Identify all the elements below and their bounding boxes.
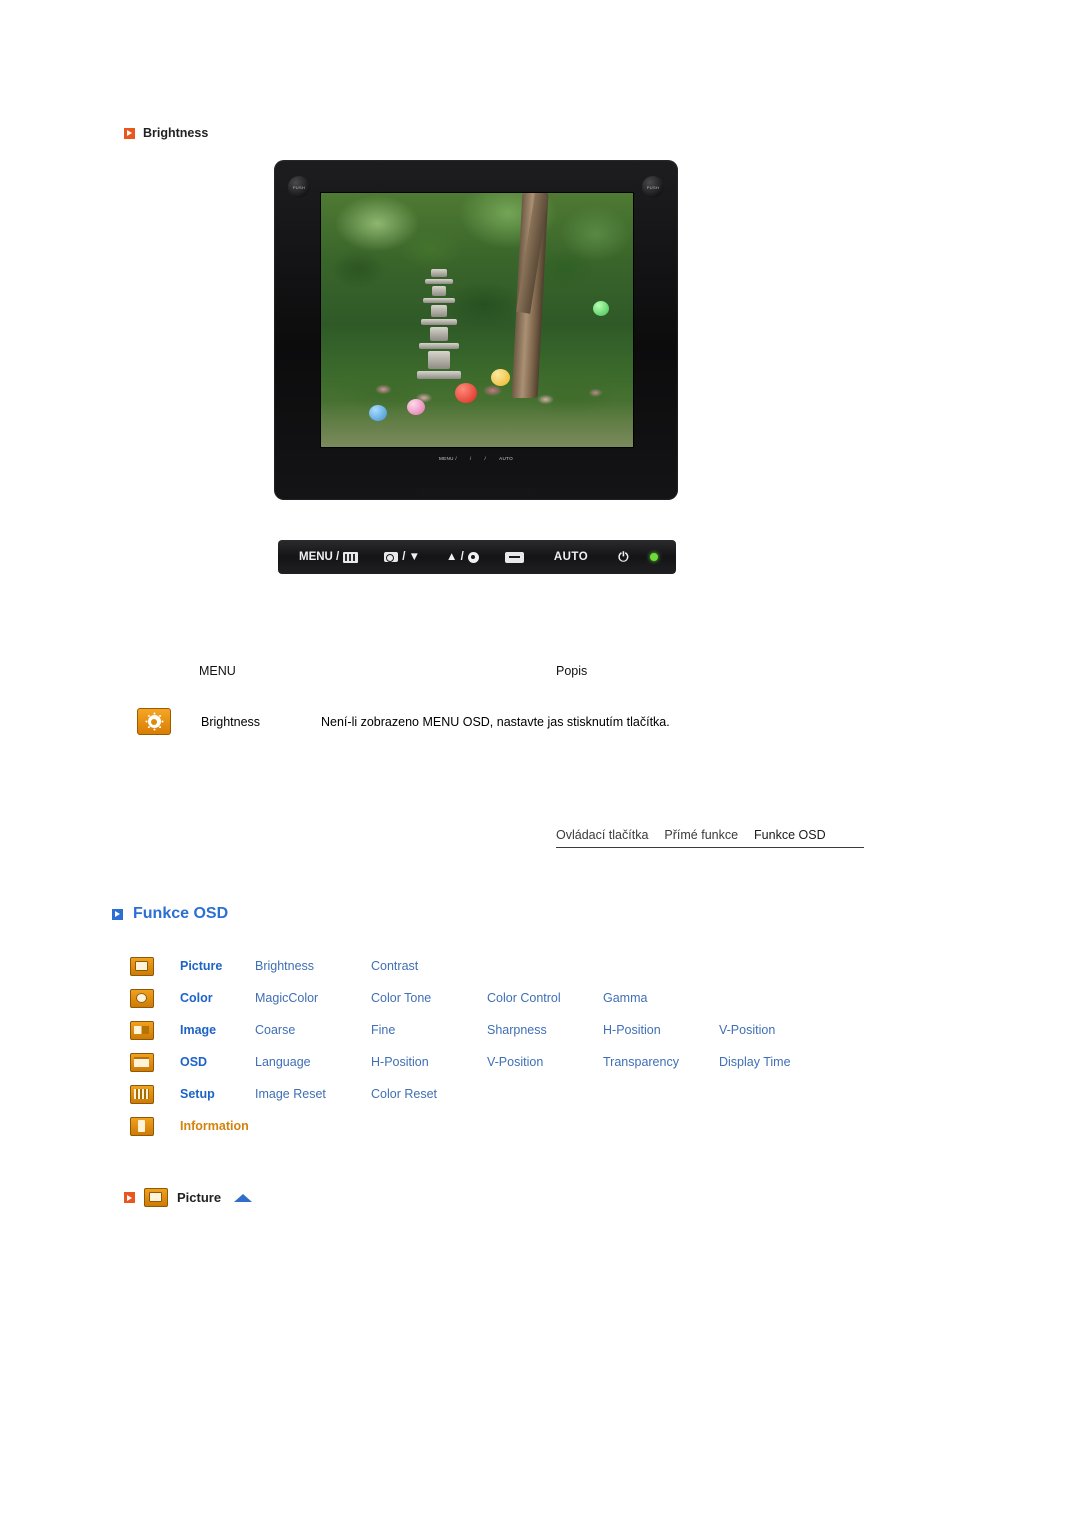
brightness-heading-label: Brightness (143, 126, 209, 140)
osd-item-brightness[interactable]: Brightness (255, 959, 371, 973)
picture-subsection-label: Picture (177, 1190, 222, 1205)
monitor-stand (416, 488, 536, 496)
osd-category-picture[interactable]: Picture (180, 959, 255, 973)
osd-item-image-v-position[interactable]: V-Position (719, 1023, 835, 1037)
osd-category-osd[interactable]: OSD (180, 1055, 255, 1069)
photo-lantern-yellow (491, 369, 510, 386)
bezel-label-menu: MENU / (439, 455, 457, 461)
photo-lantern-red (455, 383, 477, 403)
osd-item-language[interactable]: Language (255, 1055, 371, 1069)
table-header-menu: MENU (199, 664, 236, 678)
bezel-label-bright: / (484, 455, 487, 461)
picture-subsection-heading: Picture (124, 1188, 253, 1207)
tab-funkce-osd[interactable]: Funkce OSD (754, 828, 826, 842)
funkce-osd-heading: Funkce OSD (112, 905, 228, 923)
photo-path (321, 401, 633, 447)
picture-menu-icon (130, 956, 154, 976)
picture-menu-icon-2 (144, 1188, 168, 1207)
push-button-right: PUSH (642, 176, 664, 198)
brightness-sun-icon (467, 551, 479, 563)
table-row-description: Není-li zobrazeno MENU OSD, nastavte jas… (321, 714, 670, 729)
orange-play-square-icon (124, 127, 135, 139)
enter-button[interactable] (504, 551, 524, 563)
osd-item-gamma[interactable]: Gamma (603, 991, 719, 1005)
brightness-gear-icon (137, 708, 171, 735)
osd-category-information[interactable]: Information (180, 1119, 255, 1133)
osd-row-osd: OSD Language H-Position V-Position Trans… (130, 1046, 835, 1078)
auto-button[interactable]: AUTO (554, 551, 588, 563)
table-row-label: Brightness (201, 714, 261, 729)
osd-category-image[interactable]: Image (180, 1023, 255, 1037)
osd-row-image: Image Coarse Fine Sharpness H-Position V… (130, 1014, 835, 1046)
photo-stone-pagoda (417, 269, 461, 381)
information-menu-icon (130, 1116, 154, 1136)
osd-item-osd-v-position[interactable]: V-Position (487, 1055, 603, 1069)
setup-menu-icon (130, 1084, 154, 1104)
osd-item-coarse[interactable]: Coarse (255, 1023, 371, 1037)
menu-button[interactable]: MENU / (299, 551, 359, 563)
osd-item-contrast[interactable]: Contrast (371, 959, 487, 973)
osd-category-setup[interactable]: Setup (180, 1087, 255, 1101)
osd-item-display-time[interactable]: Display Time (719, 1055, 835, 1069)
power-led-indicator (650, 553, 659, 561)
photo-lantern-pink (407, 399, 425, 415)
osd-function-table: Picture Brightness Contrast Color MagicC… (130, 950, 835, 1142)
photo-lantern-green (593, 301, 609, 316)
blue-up-arrow-icon[interactable] (234, 1193, 253, 1202)
osd-row-setup: Setup Image Reset Color Reset (130, 1078, 835, 1110)
tab-bar: Ovládací tlačítka Přímé funkce Funkce OS… (556, 828, 864, 848)
brightness-button-label: ▲ / (446, 551, 464, 563)
osd-item-sharpness[interactable]: Sharpness (487, 1023, 603, 1037)
tab-prime-funkce[interactable]: Přímé funkce (664, 828, 738, 842)
osd-item-fine[interactable]: Fine (371, 1023, 487, 1037)
bezel-label-auto: AUTO (499, 455, 513, 461)
brightness-button[interactable]: ▲ / (446, 551, 479, 563)
table-row: Brightness Není-li zobrazeno MENU OSD, n… (137, 708, 670, 735)
osd-item-magiccolor[interactable]: MagicColor (255, 991, 371, 1005)
osd-item-transparency[interactable]: Transparency (603, 1055, 719, 1069)
tab-ovladaci-tlacitka[interactable]: Ovládací tlačítka (556, 828, 648, 842)
control-button-bar: MENU / / ▼ ▲ / AUTO ⏻ (278, 540, 676, 574)
monitor-screen-photo (320, 192, 634, 448)
power-button[interactable]: ⏻ (618, 549, 628, 565)
osd-menu-icon (130, 1052, 154, 1072)
orange-play-square-icon-2 (124, 1192, 135, 1203)
monitor-bezel-controls: MENU / / / AUTO (320, 446, 632, 470)
table-header-popis: Popis (556, 664, 588, 678)
auto-button-label: AUTO (553, 551, 589, 563)
power-icon: ⏻ (618, 549, 629, 564)
magic-button[interactable]: / ▼ (384, 551, 420, 563)
osd-category-color[interactable]: Color (180, 991, 255, 1005)
magic-button-label: / ▼ (402, 551, 421, 563)
push-button-left: PUSH (288, 176, 310, 198)
osd-item-color-control[interactable]: Color Control (487, 991, 603, 1005)
bezel-label-magic: / (469, 455, 472, 461)
osd-item-color-tone[interactable]: Color Tone (371, 991, 487, 1005)
osd-row-picture: Picture Brightness Contrast (130, 950, 835, 982)
menu-button-label: MENU / (299, 551, 340, 563)
osd-item-image-h-position[interactable]: H-Position (603, 1023, 719, 1037)
magicbright-icon (384, 552, 399, 562)
photo-lantern-blue (369, 405, 387, 421)
osd-item-color-reset[interactable]: Color Reset (371, 1087, 487, 1101)
color-menu-icon (130, 988, 154, 1008)
funkce-osd-title: Funkce OSD (133, 905, 229, 922)
osd-row-color: Color MagicColor Color Tone Color Contro… (130, 982, 835, 1014)
osd-item-image-reset[interactable]: Image Reset (255, 1087, 371, 1101)
osd-row-information: Information (130, 1110, 835, 1142)
brightness-heading: Brightness (124, 126, 208, 140)
enter-icon (504, 551, 524, 563)
image-menu-icon (130, 1020, 154, 1040)
osd-item-osd-h-position[interactable]: H-Position (371, 1055, 487, 1069)
gear-glyph (147, 715, 161, 728)
blue-play-square-icon (112, 908, 123, 920)
menu-icon (343, 551, 359, 563)
monitor-illustration: PUSH PUSH MENU / / / AUTO (274, 160, 678, 500)
